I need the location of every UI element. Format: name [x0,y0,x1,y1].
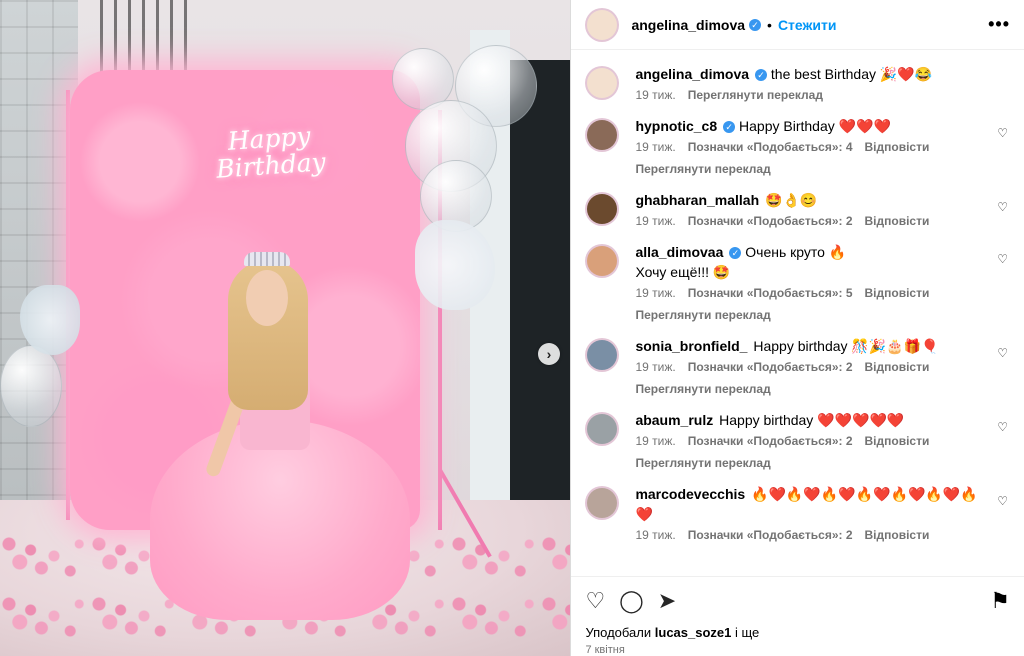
post-sidebar: angelina_dimova ✓ • Стежити ••• angelina… [570,0,1024,656]
comment-likes-count[interactable]: Позначки «Подобається»: 2 [688,360,853,374]
post-header: angelina_dimova ✓ • Стежити ••• [571,0,1024,50]
more-options-icon[interactable]: ••• [988,14,1010,35]
commenter-avatar[interactable] [585,486,620,520]
caption: angelina_dimova ✓ the best Birthday 🎉❤️😂 … [585,64,1010,102]
comment-like-icon[interactable]: ♡ [997,126,1008,140]
comment: hypnotic_c8 ✓ Happy Birthday ❤️❤️❤️ 19 тиж… [585,116,1010,176]
comment-username[interactable]: alla_dimovaa [635,244,723,260]
comment-username[interactable]: angelina_dimova [635,66,749,82]
comment-username[interactable]: ghabharan_mallah [635,192,759,208]
reply-button[interactable]: Відповісти [865,140,930,154]
comment-time: 19 тиж. [635,434,676,448]
comment-like-icon[interactable]: ♡ [997,200,1008,214]
comment: marcodevecchis 🔥❤️🔥❤️🔥❤️🔥❤️🔥❤️🔥❤️🔥❤️ 19 т… [585,484,1010,542]
commenter-avatar[interactable] [585,192,620,226]
translate-link[interactable]: Переглянути переклад [635,382,984,396]
comment: alla_dimovaa ✓ Очень круто 🔥 Хочу ещё!!! … [585,242,1010,322]
verified-icon: ✓ [723,121,736,134]
comment-icon[interactable]: ◯ [619,588,644,614]
comment-time: 19 тиж. [635,528,676,542]
comment-likes-count[interactable]: Позначки «Подобається»: 5 [688,286,853,300]
commenter-avatar[interactable] [585,338,620,372]
pink-dress [150,420,410,620]
comment-username[interactable]: marcodevecchis [635,486,745,502]
comment-text: 🤩👌😊 [765,192,818,208]
liker-username[interactable]: lucas_soze1 [655,625,732,640]
comment: sonia_bronfield_ Happy birthday 🎊🎉🎂🎁🎈 19 … [585,336,1010,396]
translate-link[interactable]: Переглянути переклад [635,456,984,470]
verified-icon: ✓ [749,18,762,31]
comments-list[interactable]: angelina_dimova ✓ the best Birthday 🎉❤️😂 … [571,50,1024,576]
verified-icon: ✓ [729,247,742,260]
translate-link[interactable]: Переглянути переклад [635,162,984,176]
follow-button[interactable]: Стежити [778,17,837,33]
comment-text: Happy birthday 🎊🎉🎂🎁🎈 [753,338,939,354]
likes-line: Уподобали lucas_soze1 і ще [571,625,1024,640]
commenter-avatar[interactable] [585,118,620,152]
chevron-right-icon: › [546,346,552,362]
reply-button[interactable]: Відповісти [865,360,930,374]
author-avatar[interactable] [585,7,620,42]
reply-button[interactable]: Відповісти [865,214,930,228]
comment-username[interactable]: sonia_bronfield_ [635,338,747,354]
comment-username[interactable]: hypnotic_c8 [635,118,717,134]
comment-like-icon[interactable]: ♡ [997,494,1008,508]
action-bar: ♡ ◯ ➤ ⚑ [571,576,1024,625]
comment-time: 19 тиж. [635,140,676,154]
author-avatar[interactable] [585,66,620,100]
post-view: Happy Birthday › angelina_dimova ✓ • Сте… [0,0,1024,656]
reply-button[interactable]: Відповісти [865,528,930,542]
author-username[interactable]: angelina_dimova [631,17,745,33]
dark-door [510,60,571,510]
comment-username[interactable]: abaum_rulz [635,412,713,428]
verified-icon: ✓ [755,69,768,82]
translate-link[interactable]: Переглянути переклад [688,88,823,102]
comment-likes-count[interactable]: Позначки «Подобається»: 4 [688,140,853,154]
next-slide-button[interactable]: › [538,343,560,365]
translate-link[interactable]: Переглянути переклад [635,308,984,322]
comment-text: Happy Birthday ❤️❤️❤️ [739,118,891,134]
bookmark-icon[interactable]: ⚑ [990,588,1010,614]
likes-suffix[interactable]: і ще [735,625,759,640]
comment-time: 19 тиж. [635,214,676,228]
neon-sign: Happy Birthday [215,121,327,184]
heart-icon[interactable]: ♡ [585,588,605,614]
person-face [246,270,288,326]
comment-likes-count[interactable]: Позначки «Подобається»: 2 [688,434,853,448]
balcony-rail [100,0,195,80]
share-icon[interactable]: ➤ [658,588,676,614]
comment-time: 19 тиж. [635,360,676,374]
balloon [0,345,62,427]
commenter-avatar[interactable] [585,244,620,278]
separator-dot: • [767,16,772,33]
comment-like-icon[interactable]: ♡ [997,420,1008,434]
caption-text: the best Birthday 🎉❤️😂 [770,66,933,82]
post-date: 7 квітня [585,644,625,656]
comment-likes-count[interactable]: Позначки «Подобається»: 2 [688,214,853,228]
comment-likes-count[interactable]: Позначки «Подобається»: 2 [688,528,853,542]
comment: abaum_rulz Happy birthday ❤️❤️❤️❤️❤️ 19 т… [585,410,1010,470]
comment-like-icon[interactable]: ♡ [997,346,1008,360]
comment-time: 19 тиж. [635,88,676,102]
reply-button[interactable]: Відповісти [865,434,930,448]
comment-like-icon[interactable]: ♡ [997,252,1008,266]
comment: ghabharan_mallah 🤩👌😊 19 тиж. Позначки «Под… [585,190,1010,228]
commenter-avatar[interactable] [585,412,620,446]
reply-button[interactable]: Відповісти [865,286,930,300]
likes-prefix: Уподобали [585,625,652,640]
tiara [244,252,290,266]
comment-time: 19 тиж. [635,286,676,300]
post-media[interactable]: Happy Birthday › [0,0,571,656]
comment-text: Happy birthday ❤️❤️❤️❤️❤️ [719,412,905,428]
